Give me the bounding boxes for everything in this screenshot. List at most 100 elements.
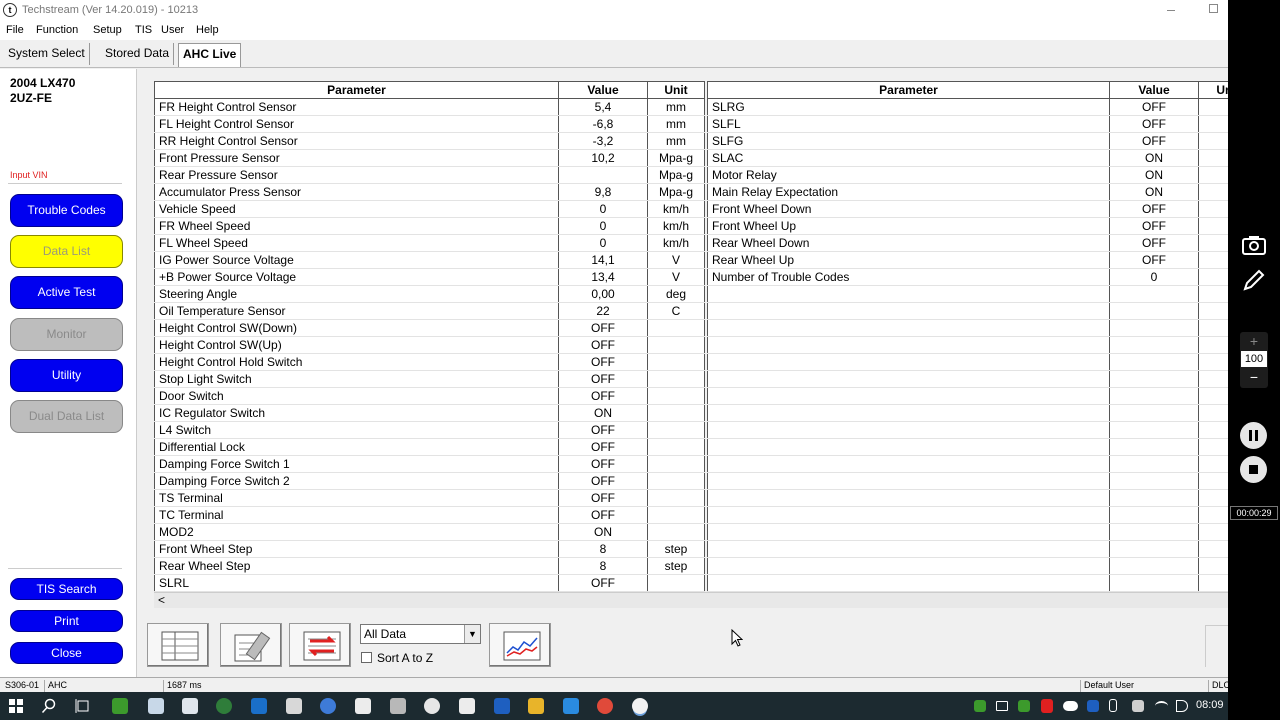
snapshot-swap-button[interactable] <box>289 623 351 667</box>
table-row[interactable]: IG Power Source Voltage 14,1 V <box>154 251 705 269</box>
edge-browser-icon[interactable] <box>563 698 579 714</box>
graph-button[interactable] <box>489 623 551 667</box>
mail-app-icon[interactable] <box>251 698 267 714</box>
utility-button[interactable]: Utility <box>10 359 123 392</box>
table-row[interactable]: Oil Temperature Sensor 22 C <box>154 302 705 320</box>
tab-stored-data[interactable]: Stored Data <box>101 43 175 65</box>
windows-start-icon[interactable] <box>8 698 24 714</box>
table-row[interactable] <box>707 302 1228 320</box>
volume-icon[interactable] <box>1176 700 1188 712</box>
column-header-value[interactable]: Value <box>1109 81 1199 99</box>
table-row[interactable]: Front Wheel Up OFF <box>707 217 1228 235</box>
table-row[interactable] <box>707 523 1228 541</box>
table-row[interactable] <box>707 574 1228 592</box>
table-row[interactable]: Rear Wheel Up OFF <box>707 251 1228 269</box>
task-view-icon[interactable] <box>75 698 91 714</box>
sort-a-to-z-option[interactable]: Sort A to Z <box>361 651 433 665</box>
table-row[interactable]: Damping Force Switch 2 OFF <box>154 472 705 490</box>
tis-search-button[interactable]: TIS Search <box>10 578 123 600</box>
search-icon[interactable] <box>41 698 57 714</box>
menu-help[interactable]: Help <box>196 24 219 36</box>
trouble-codes-button[interactable]: Trouble Codes <box>10 194 123 227</box>
dual-data-list-button[interactable]: Dual Data List <box>10 400 123 433</box>
table-row[interactable]: FL Height Control Sensor -6,8 mm <box>154 115 705 133</box>
techstream-active-icon[interactable] <box>632 698 648 714</box>
media-app-icon[interactable] <box>286 698 302 714</box>
table-row[interactable]: Rear Wheel Step 8 step <box>154 557 705 575</box>
print-button[interactable]: Print <box>10 610 123 632</box>
table-row[interactable]: Main Relay Expectation ON <box>707 183 1228 201</box>
table-row[interactable] <box>707 438 1228 456</box>
table-row[interactable]: FL Wheel Speed 0 km/h <box>154 234 705 252</box>
file-explorer-icon[interactable] <box>528 698 544 714</box>
table-row[interactable] <box>707 285 1228 303</box>
menu-function[interactable]: Function <box>36 24 78 36</box>
column-header-unit[interactable]: Ur <box>1198 81 1228 99</box>
zoom-out-button[interactable]: − <box>1240 368 1268 386</box>
chrome-browser-icon[interactable] <box>597 698 613 714</box>
network-tool-icon[interactable] <box>390 698 406 714</box>
zoom-in-button[interactable]: + <box>1240 332 1268 350</box>
input-vin-link[interactable]: Input VIN <box>10 170 48 180</box>
table-row[interactable]: Differential Lock OFF <box>154 438 705 456</box>
table-row[interactable]: SLRL OFF <box>154 574 705 592</box>
shield-app-icon[interactable] <box>112 698 128 714</box>
car-app-icon[interactable] <box>182 698 198 714</box>
cloud-icon[interactable] <box>1063 701 1078 711</box>
table-row[interactable]: FR Height Control Sensor 5,4 mm <box>154 98 705 116</box>
monitor-button[interactable]: Monitor <box>10 318 123 351</box>
menu-file[interactable]: File <box>6 24 24 36</box>
table-row[interactable]: Damping Force Switch 1 OFF <box>154 455 705 473</box>
table-row[interactable]: Height Control SW(Down) OFF <box>154 319 705 337</box>
menu-setup[interactable]: Setup <box>93 24 122 36</box>
table-row[interactable]: SLAC ON <box>707 149 1228 167</box>
table-row[interactable]: +B Power Source Voltage 13,4 V <box>154 268 705 286</box>
data-list-button[interactable]: Data List <box>10 235 123 268</box>
document-app-icon[interactable] <box>148 698 164 714</box>
table-row[interactable] <box>707 506 1228 524</box>
chevron-down-icon[interactable]: ▼ <box>464 625 480 643</box>
tray-red-app-icon[interactable] <box>1041 699 1053 713</box>
horizontal-scrollbar[interactable]: < <box>154 592 1228 608</box>
outlook-icon[interactable] <box>494 698 510 714</box>
location-app-icon[interactable] <box>216 698 232 714</box>
restore-button[interactable] <box>1206 3 1218 15</box>
table-row[interactable]: SLFL OFF <box>707 115 1228 133</box>
scroll-left-arrow[interactable]: < <box>158 593 165 607</box>
menu-user[interactable]: User <box>161 24 184 36</box>
tab-system-select[interactable]: System Select <box>4 43 90 65</box>
table-row[interactable]: IC Regulator Switch ON <box>154 404 705 422</box>
table-row[interactable]: Number of Trouble Codes 0 <box>707 268 1228 286</box>
table-row[interactable] <box>707 472 1228 490</box>
tab-ahc-live[interactable]: AHC Live <box>178 43 242 67</box>
table-row[interactable]: Front Pressure Sensor 10,2 Mpa-g <box>154 149 705 167</box>
table-row[interactable] <box>707 387 1228 405</box>
wifi-icon[interactable] <box>1155 701 1168 711</box>
techstream-taskbar-icon[interactable] <box>424 698 440 714</box>
active-test-button[interactable]: Active Test <box>10 276 123 309</box>
table-view-button[interactable] <box>147 623 209 667</box>
keyboard-icon[interactable] <box>1132 700 1144 712</box>
calculator-icon[interactable] <box>355 698 371 714</box>
column-header-unit[interactable]: Unit <box>647 81 705 99</box>
menu-tis[interactable]: TIS <box>135 24 152 36</box>
table-row[interactable]: Front Wheel Down OFF <box>707 200 1228 218</box>
table-row[interactable]: Steering Angle 0,00 deg <box>154 285 705 303</box>
table-row[interactable]: Height Control Hold Switch OFF <box>154 353 705 371</box>
table-row[interactable]: Rear Pressure Sensor Mpa-g <box>154 166 705 184</box>
column-header-parameter[interactable]: Parameter <box>154 81 559 99</box>
table-row[interactable]: MOD2 ON <box>154 523 705 541</box>
teamviewer-icon[interactable] <box>320 698 336 714</box>
close-button[interactable]: Close <box>10 642 123 664</box>
table-row[interactable]: Front Wheel Step 8 step <box>154 540 705 558</box>
table-row[interactable]: FR Wheel Speed 0 km/h <box>154 217 705 235</box>
record-button[interactable] <box>220 623 282 667</box>
settings-app-icon[interactable] <box>459 698 475 714</box>
table-row[interactable]: RR Height Control Sensor -3,2 mm <box>154 132 705 150</box>
table-row[interactable] <box>707 421 1228 439</box>
tray-outlook-icon[interactable] <box>1087 700 1099 712</box>
table-row[interactable]: TS Terminal OFF <box>154 489 705 507</box>
table-row[interactable]: L4 Switch OFF <box>154 421 705 439</box>
data-filter-select[interactable]: All Data ▼ <box>360 624 481 644</box>
table-row[interactable]: Door Switch OFF <box>154 387 705 405</box>
